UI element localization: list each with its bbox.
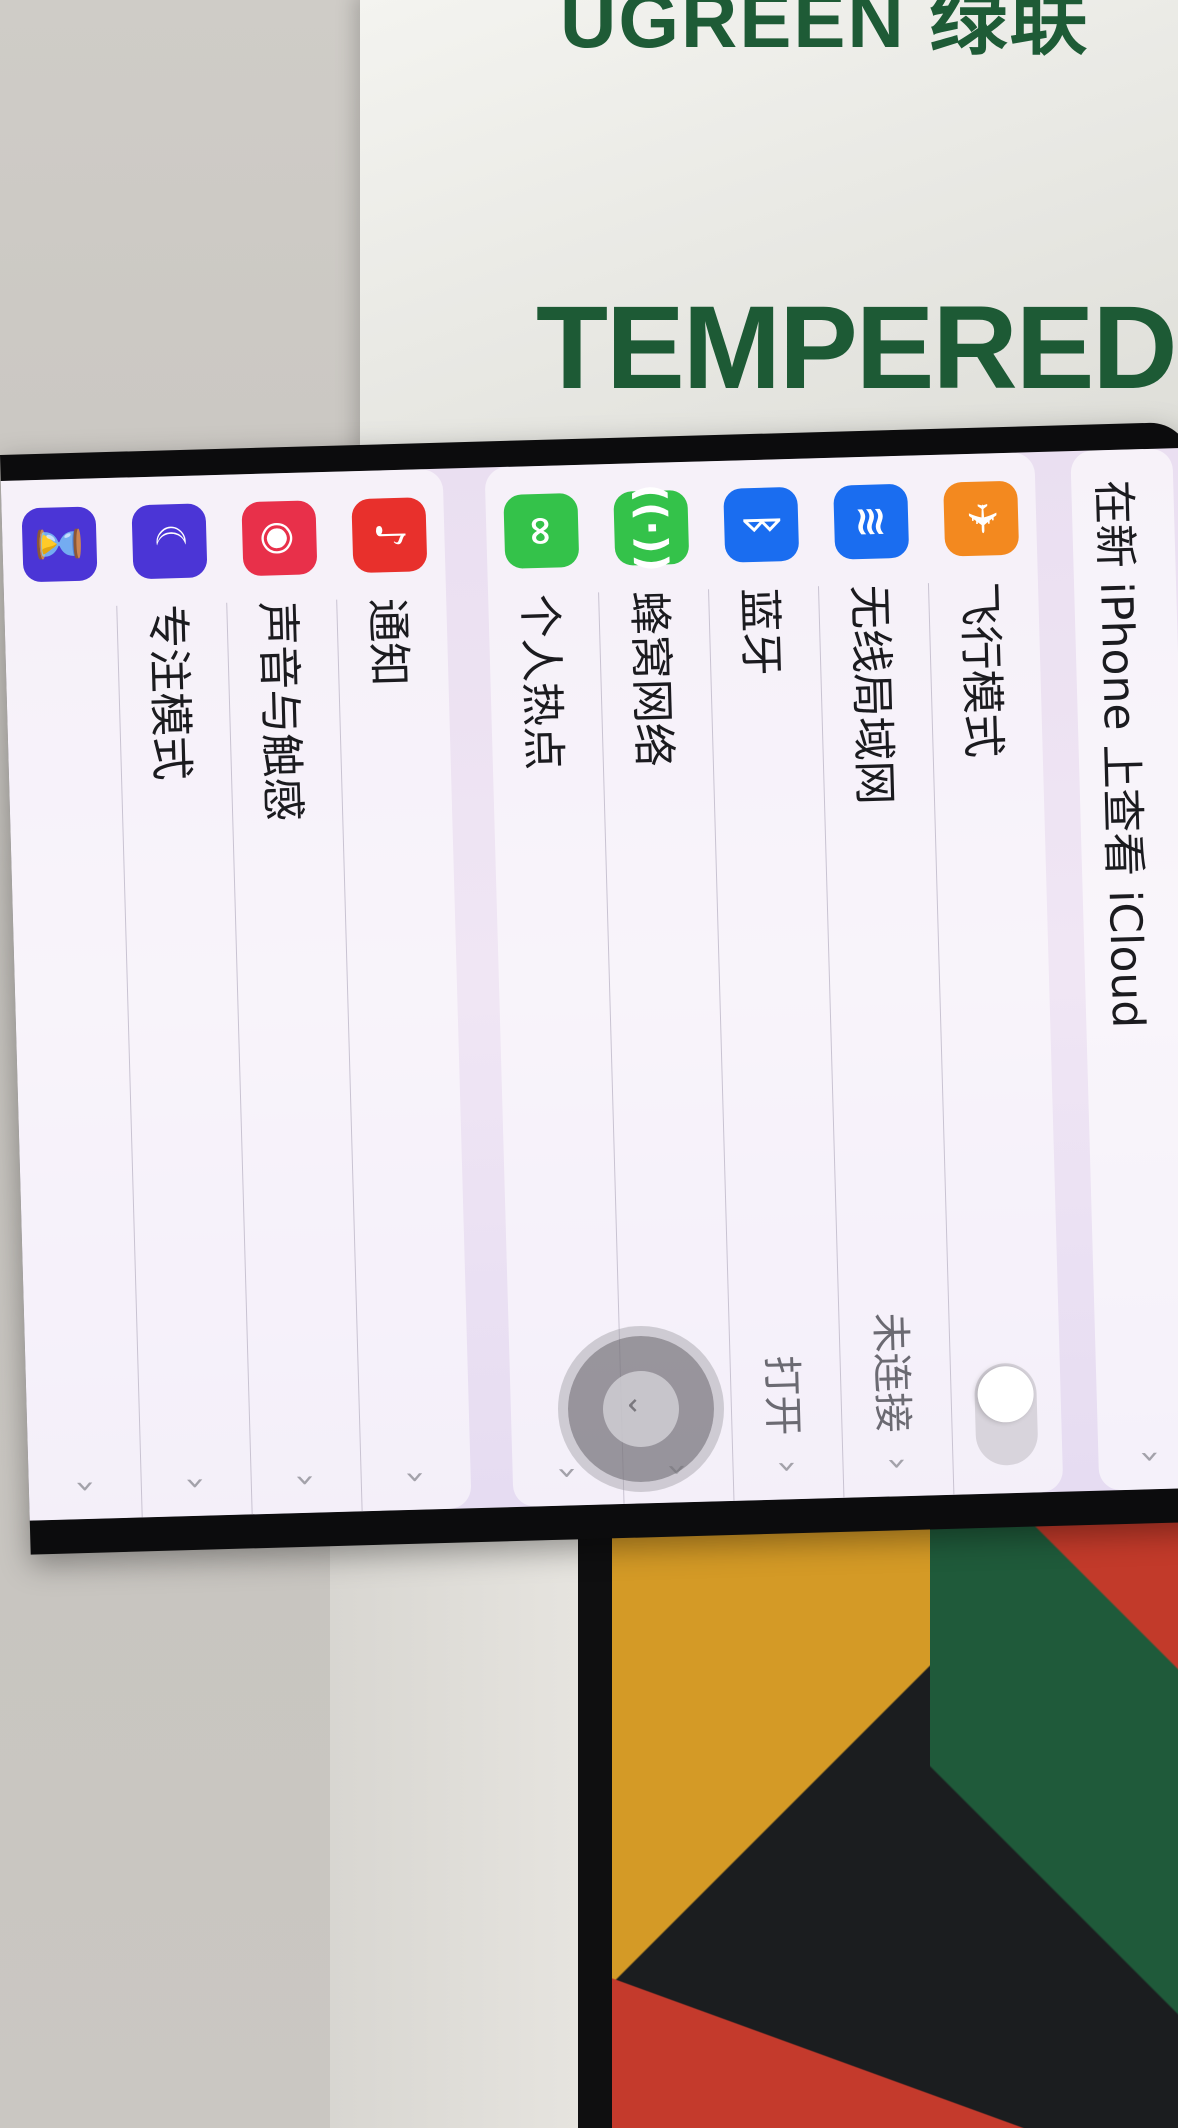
icloud-banner-text: 在新 iPhone 上查看 iCloud [1087, 479, 1154, 1029]
wifi-icon: ≋ [833, 483, 910, 560]
assistive-touch-button[interactable]: ⌄ [568, 1336, 714, 1482]
chevron-right-icon: › [175, 1475, 216, 1491]
colorful-poster [600, 1520, 1178, 2128]
chevron-right-icon: › [547, 1465, 588, 1481]
airplane-mode-toggle[interactable] [973, 1362, 1039, 1467]
row-label: 飞行模式 [952, 581, 1009, 759]
row-label: 通知 [361, 597, 415, 687]
bell-icon: ♪ [351, 497, 428, 574]
row-label: 无线局域网 [842, 584, 901, 806]
icloud-banner[interactable]: 在新 iPhone 上查看 iCloud › [1070, 448, 1178, 1491]
hotspot-icon: ∞ [503, 492, 580, 569]
row-label: 蓝牙 [733, 587, 787, 677]
row-label: 专注模式 [141, 603, 198, 782]
row-value: 打开 [757, 1354, 806, 1437]
chevron-right-icon: › [395, 1469, 436, 1485]
poster-edge [578, 1510, 612, 2128]
chevron-right-icon: › [1130, 1449, 1171, 1464]
system-group: ♪ 通知 › ◉ 声音与触感 › ☾ 专注模式 › ⌛ › [0, 468, 472, 1521]
airplane-icon: ✈ [943, 480, 1020, 557]
hourglass-icon: ⌛ [21, 506, 98, 583]
toggle-knob [976, 1365, 1035, 1424]
row-label: 声音与触感 [251, 600, 309, 822]
row-label: 个人热点 [513, 593, 569, 771]
speaker-icon: ◉ [241, 500, 318, 577]
cellular-icon: ((·)) [613, 483, 690, 573]
box-brand-text: UGREEN 绿联 [560, 0, 1090, 64]
connectivity-group: ✈飞行模式≋无线局域网未连接›ᛒ蓝牙打开›((·))蜂窝网络›∞个人热点› [484, 452, 1064, 1508]
chevron-right-icon: › [877, 1456, 918, 1471]
chevron-right-icon: › [65, 1478, 107, 1494]
moon-icon: ☾ [131, 503, 208, 580]
chevron-down-icon: ⌄ [621, 1392, 657, 1419]
box-title-text: TEMPERED [536, 282, 1178, 414]
bluetooth-icon: ᛒ [723, 486, 800, 563]
row-value: 未连接 [866, 1311, 916, 1434]
white-card [330, 1540, 580, 2128]
chevron-right-icon: › [767, 1459, 808, 1474]
chevron-right-icon: › [285, 1472, 326, 1488]
row-label: 蜂窝网络 [623, 590, 679, 768]
